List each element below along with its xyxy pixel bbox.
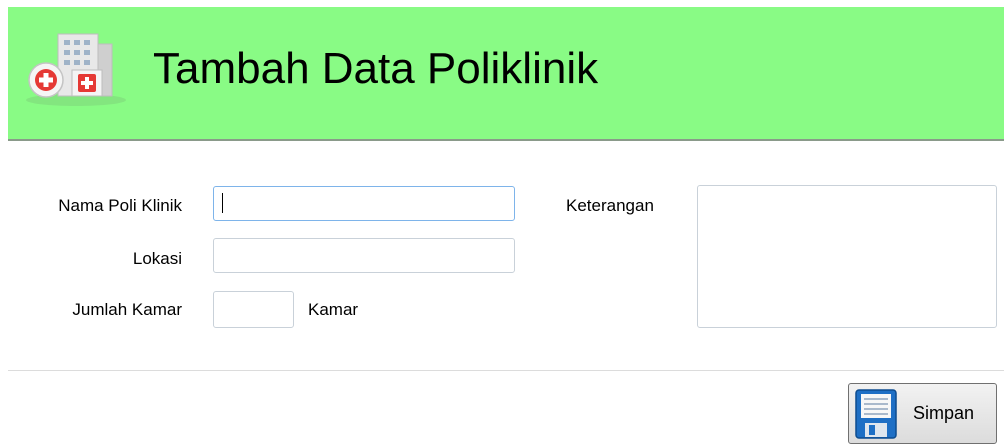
- keterangan-textarea[interactable]: [697, 185, 997, 328]
- keterangan-label: Keterangan: [566, 196, 654, 215]
- save-button[interactable]: Simpan: [848, 383, 997, 444]
- save-button-label: Simpan: [913, 403, 975, 423]
- form-divider: [8, 370, 1004, 371]
- lokasi-label: Lokasi: [132, 249, 182, 268]
- jumlah-kamar-input[interactable]: [213, 291, 294, 328]
- jumlah-kamar-unit-label: Kamar: [308, 300, 359, 319]
- jumlah-kamar-label: Jumlah Kamar: [72, 300, 182, 319]
- lokasi-input[interactable]: [213, 238, 515, 273]
- nama-poli-klinik-input[interactable]: [213, 186, 515, 221]
- header-banner: Tambah Data Poliklinik: [8, 7, 1004, 141]
- nama-poli-klinik-label: Nama Poli Klinik: [58, 196, 182, 215]
- add-poliklinik-form: Tambah Data Poliklinik Nama Poli Klinik …: [0, 0, 1004, 448]
- page-title: Tambah Data Poliklinik: [153, 44, 599, 93]
- hospital-building-icon: [26, 33, 126, 106]
- text-caret: [222, 193, 223, 213]
- floppy-disk-icon: [855, 389, 897, 439]
